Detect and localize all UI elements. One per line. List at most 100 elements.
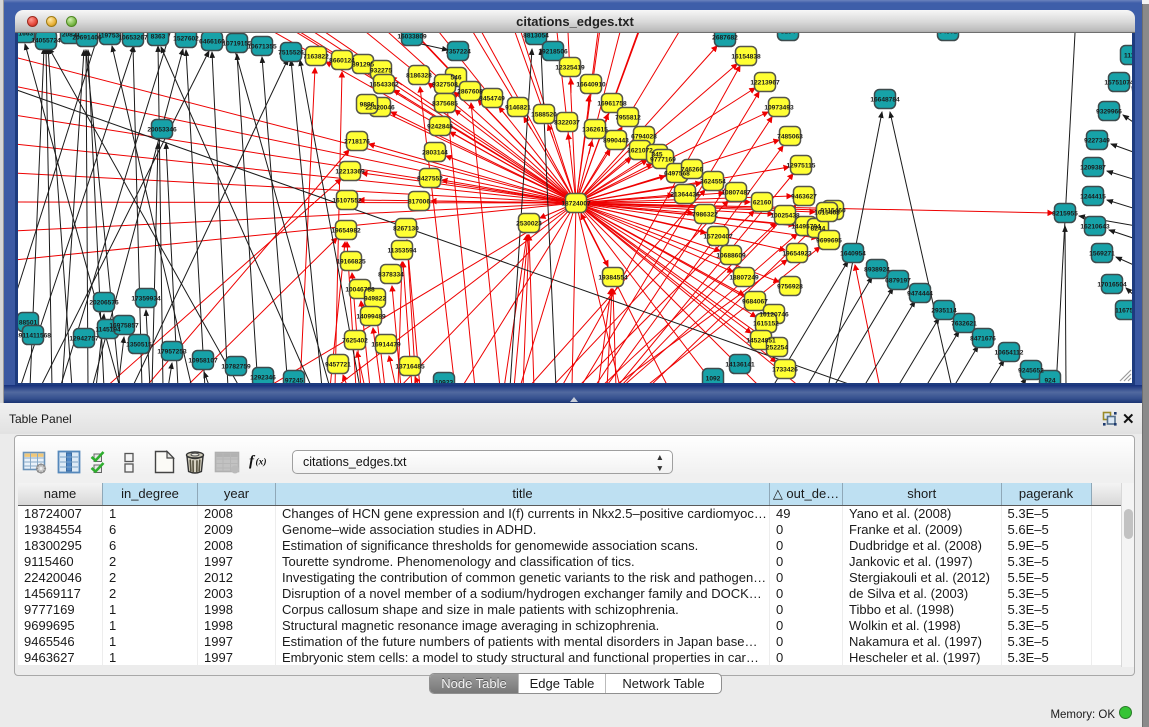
svg-text:1092: 1092 (706, 376, 721, 383)
svg-text:16975857: 16975857 (109, 323, 139, 330)
svg-text:10653267: 10653267 (118, 35, 148, 42)
svg-text:7625402: 7625402 (342, 338, 368, 345)
svg-text:2718176: 2718176 (344, 139, 370, 146)
svg-text:9329966: 9329966 (1096, 109, 1122, 116)
svg-text:16033809: 16033809 (397, 34, 427, 41)
svg-text:21364436: 21364436 (670, 192, 700, 199)
svg-text:1244415: 1244415 (1080, 194, 1106, 201)
svg-text:924: 924 (1044, 378, 1055, 384)
svg-text:20206576: 20206576 (89, 300, 119, 307)
svg-text:17957253: 17957253 (157, 349, 187, 356)
svg-text:3624554: 3624554 (700, 179, 726, 186)
svg-text:817006: 817006 (408, 199, 430, 206)
svg-text:8215955: 8215955 (1052, 211, 1078, 218)
svg-text:88501: 88501 (19, 320, 38, 327)
svg-text:7163822: 7163822 (303, 54, 329, 61)
svg-text:1588520: 1588520 (531, 112, 557, 119)
svg-text:10782759: 10782759 (221, 364, 251, 371)
svg-text:116753: 116753 (1115, 308, 1132, 315)
svg-text:8427552: 8427552 (417, 176, 443, 183)
svg-text:2530023: 2530023 (516, 221, 542, 228)
svg-text:14136141: 14136141 (725, 362, 755, 369)
svg-text:9777169: 9777169 (650, 157, 676, 164)
svg-text:9474444: 9474444 (907, 291, 933, 298)
svg-text:8471676: 8471676 (970, 336, 996, 343)
svg-text:8363: 8363 (151, 34, 166, 41)
svg-text:14524851: 14524851 (746, 338, 776, 345)
svg-text:6794028: 6794028 (631, 134, 657, 141)
svg-text:8813054: 8813054 (523, 33, 549, 40)
svg-text:12213369: 12213369 (335, 169, 365, 176)
svg-text:1117: 1117 (1124, 53, 1132, 60)
svg-text:20053346: 20053346 (147, 127, 177, 134)
svg-text:15720407: 15720407 (703, 234, 733, 241)
svg-text:252254: 252254 (766, 345, 788, 352)
svg-text:19384554: 19384554 (598, 275, 628, 282)
svg-text:13716485: 13716485 (395, 364, 425, 371)
svg-text:16543362: 16543362 (369, 82, 399, 89)
svg-text:7632621: 7632621 (951, 321, 977, 328)
svg-text:8990443: 8990443 (603, 138, 629, 145)
svg-text:19654923: 19654923 (782, 251, 812, 258)
svg-text:16154838: 16154838 (731, 54, 761, 61)
svg-text:17016504: 17016504 (1097, 282, 1127, 289)
svg-text:1209387: 1209387 (1080, 165, 1106, 172)
svg-text:10046788: 10046788 (345, 287, 375, 294)
svg-text:94502: 94502 (939, 33, 958, 36)
svg-text:1362615: 1362615 (582, 127, 608, 134)
svg-text:9699695: 9699695 (816, 238, 842, 245)
svg-text:19166825: 19166825 (336, 259, 366, 266)
svg-text:18724007: 18724007 (561, 201, 591, 208)
svg-text:932275: 932275 (370, 68, 392, 75)
svg-text:16961758: 16961758 (597, 101, 627, 108)
svg-text:6466160: 6466160 (199, 39, 225, 46)
svg-text:16210643: 16210643 (1080, 224, 1110, 231)
svg-text:1292346: 1292346 (250, 375, 276, 382)
svg-text:1527602: 1527602 (173, 36, 199, 43)
svg-text:16107552: 16107552 (332, 198, 362, 205)
svg-text:16914479: 16914479 (371, 342, 401, 349)
svg-text:18807249: 18807249 (729, 275, 759, 282)
svg-text:9756928: 9756928 (777, 284, 803, 291)
svg-text:97245: 97245 (285, 378, 304, 384)
svg-text:8267130: 8267130 (393, 226, 419, 233)
svg-text:2867608: 2867608 (457, 89, 483, 96)
svg-text:1615152: 1615152 (753, 321, 779, 328)
svg-text:12325419: 12325419 (555, 65, 585, 72)
svg-text:8134: 8134 (781, 33, 796, 36)
svg-text:12942757: 12942757 (69, 336, 99, 343)
svg-text:10025438: 10025438 (770, 213, 800, 220)
svg-text:19654982: 19654982 (331, 228, 361, 235)
svg-text:62160: 62160 (753, 200, 772, 207)
svg-text:8322037: 8322037 (554, 120, 580, 127)
svg-text:11353594: 11353594 (388, 248, 417, 255)
svg-text:10958107: 10958107 (188, 358, 218, 365)
svg-text:546: 546 (450, 75, 461, 82)
svg-text:1615468: 1615468 (814, 210, 840, 217)
svg-text:16640910: 16640910 (576, 82, 606, 89)
svg-text:3911411568: 3911411568 (18, 333, 51, 340)
svg-text:2687682: 2687682 (712, 35, 738, 42)
svg-text:1621072: 1621072 (627, 148, 653, 155)
svg-text:9227349: 9227349 (1084, 138, 1110, 145)
svg-text:10671355: 10671355 (247, 44, 277, 51)
svg-text:8454749: 8454749 (479, 96, 505, 103)
svg-text:9457721: 9457721 (325, 362, 351, 369)
svg-text:8938924: 8938924 (864, 267, 890, 274)
svg-text:7955812: 7955812 (615, 115, 641, 122)
svg-text:8375685: 8375685 (432, 101, 458, 108)
svg-text:14055724: 14055724 (31, 38, 61, 45)
svg-text:9146821: 9146821 (505, 105, 531, 112)
svg-text:7485063: 7485063 (777, 134, 803, 141)
svg-text:7515526: 7515526 (278, 50, 304, 57)
svg-text:10807487: 10807487 (721, 190, 751, 197)
svg-text:8378334: 8378334 (378, 272, 404, 279)
svg-text:16120746: 16120746 (759, 312, 789, 319)
svg-text:9896: 9896 (360, 102, 375, 109)
svg-text:9684067: 9684067 (742, 299, 768, 306)
svg-text:16648784: 16648784 (870, 97, 900, 104)
svg-text:10973493: 10973493 (764, 105, 794, 112)
svg-text:7986322: 7986322 (692, 212, 718, 219)
svg-text:9242848: 9242848 (427, 124, 453, 131)
svg-text:10688609: 10688609 (716, 253, 746, 260)
